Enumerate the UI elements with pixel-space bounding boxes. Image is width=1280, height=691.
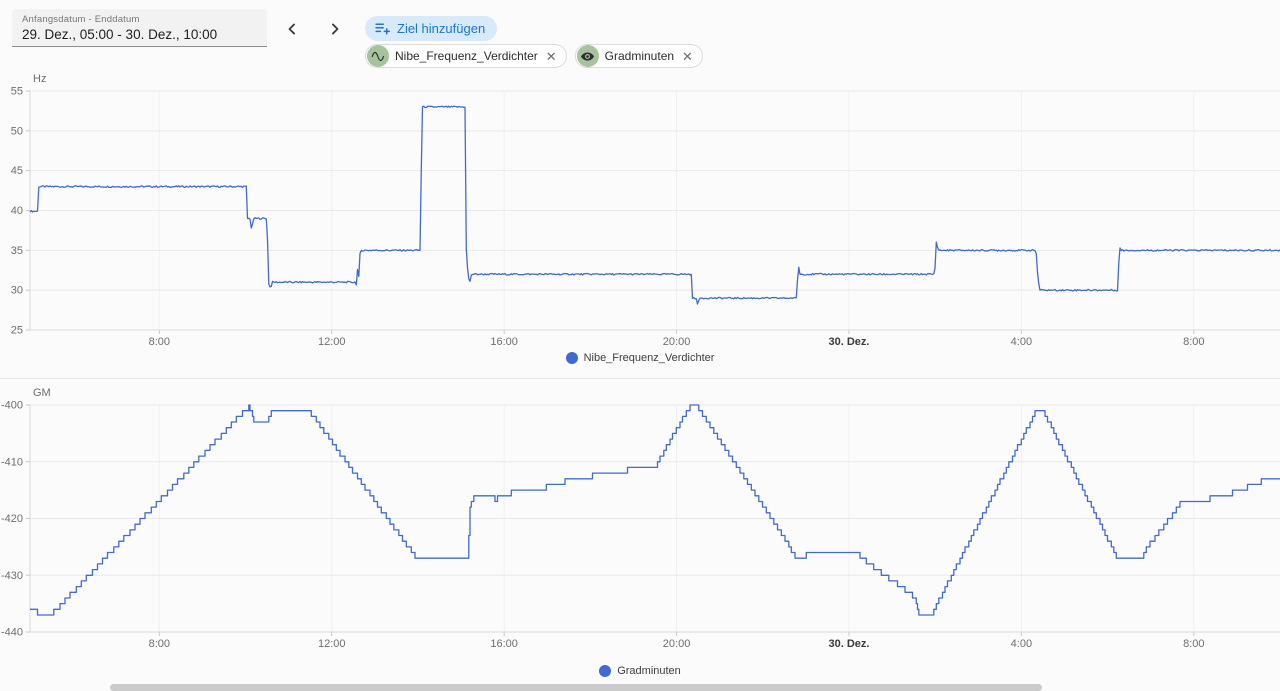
playlist-plus-icon bbox=[374, 20, 391, 37]
y-tick-label: 50 bbox=[11, 125, 23, 137]
y-tick-label: -430 bbox=[1, 570, 23, 582]
entity-chip-frequency[interactable]: Nibe_Frequenz_Verdichter ✕ bbox=[365, 44, 567, 68]
y-tick-label: -440 bbox=[1, 627, 23, 639]
remove-entity-icon[interactable]: ✕ bbox=[544, 50, 557, 63]
x-tick-label: 30. Dez. bbox=[828, 638, 869, 650]
chart-frequency[interactable]: 8:00 12:00 16:00 20:00 30. Dez. 4:00 8:00 25 30 3… bbox=[0, 75, 1280, 378]
remove-entity-icon[interactable]: ✕ bbox=[680, 50, 693, 63]
y-tick-label: 55 bbox=[11, 86, 23, 98]
x-tick-label: 8:00 bbox=[1183, 638, 1204, 650]
chevron-left-icon bbox=[282, 19, 302, 39]
y-tick-label: 30 bbox=[11, 285, 23, 297]
x-tick-label: 30. Dez. bbox=[828, 336, 869, 348]
axis-unit-label: GM bbox=[33, 387, 51, 399]
y-tick-label: 25 bbox=[11, 325, 23, 337]
x-tick-label: 8:00 bbox=[1183, 336, 1204, 348]
x-tick-label: 12:00 bbox=[318, 336, 346, 348]
x-tick-label: 16:00 bbox=[490, 336, 518, 348]
previous-period-button[interactable] bbox=[275, 12, 309, 46]
eye-icon bbox=[577, 45, 599, 67]
entity-chip-label: Nibe_Frequenz_Verdichter bbox=[395, 49, 538, 63]
x-tick-label: 8:00 bbox=[149, 638, 170, 650]
x-tick-label: 4:00 bbox=[1011, 638, 1032, 650]
legend-dot bbox=[599, 665, 611, 677]
add-target-button[interactable]: Ziel hinzufügen bbox=[365, 16, 497, 41]
sine-wave-icon bbox=[367, 45, 389, 67]
series-line bbox=[30, 405, 1280, 615]
y-tick-label: -410 bbox=[1, 456, 23, 468]
add-target-label: Ziel hinzufügen bbox=[397, 21, 485, 36]
entity-chip-row: Nibe_Frequenz_Verdichter ✕ Gradminuten ✕ bbox=[365, 44, 703, 68]
entity-chip-gradminuten[interactable]: Gradminuten ✕ bbox=[575, 44, 703, 68]
y-tick-label: -420 bbox=[1, 513, 23, 525]
date-range-value: 29. Dez., 05:00 - 30. Dez., 10:00 bbox=[22, 27, 257, 42]
y-tick-label: 45 bbox=[11, 165, 23, 177]
x-tick-label: 20:00 bbox=[663, 638, 691, 650]
legend-frequency: Nibe_Frequenz_Verdichter bbox=[0, 352, 1280, 364]
section-divider bbox=[0, 378, 1280, 379]
chart-gradminuten[interactable]: 8:00 12:00 16:00 20:00 30. Dez. 4:00 8:00 -440 -… bbox=[0, 385, 1280, 685]
y-tick-label: -400 bbox=[1, 400, 23, 412]
date-range-field[interactable]: Anfangsdatum - Enddatum 29. Dez., 05:00 … bbox=[12, 9, 267, 47]
x-tick-label: 20:00 bbox=[663, 336, 691, 348]
next-period-button[interactable] bbox=[318, 12, 352, 46]
entity-chip-label: Gradminuten bbox=[605, 49, 674, 63]
legend-label: Gradminuten bbox=[617, 665, 681, 677]
y-tick-label: 40 bbox=[11, 205, 23, 217]
x-tick-label: 8:00 bbox=[149, 336, 170, 348]
horizontal-scrollbar-thumb[interactable] bbox=[110, 684, 1042, 691]
chevron-right-icon bbox=[325, 19, 345, 39]
date-range-label: Anfangsdatum - Enddatum bbox=[22, 14, 257, 25]
legend-gradminuten: Gradminuten bbox=[0, 665, 1280, 677]
x-tick-label: 16:00 bbox=[490, 638, 518, 650]
legend-label: Nibe_Frequenz_Verdichter bbox=[584, 352, 715, 364]
x-tick-label: 12:00 bbox=[318, 638, 346, 650]
legend-dot bbox=[566, 352, 578, 364]
x-tick-label: 4:00 bbox=[1011, 336, 1032, 348]
y-tick-label: 35 bbox=[11, 245, 23, 257]
axis-unit-label: Hz bbox=[33, 73, 46, 85]
series-line bbox=[30, 106, 1280, 304]
